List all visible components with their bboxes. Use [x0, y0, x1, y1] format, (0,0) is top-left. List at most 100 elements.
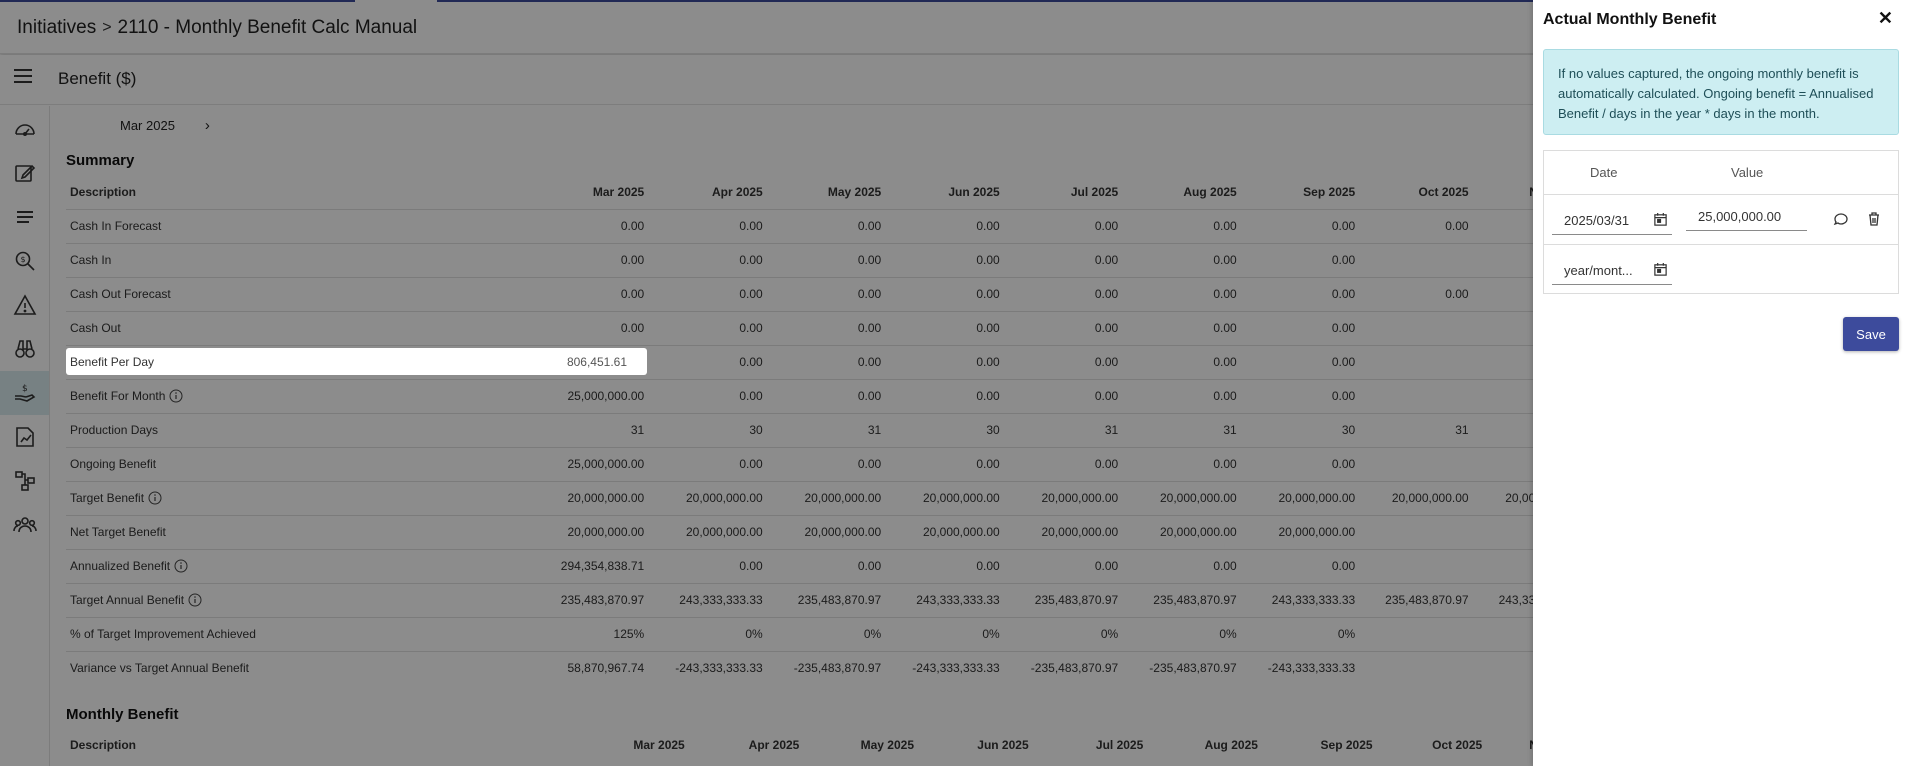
- table-cell: 0.00: [885, 548, 1004, 583]
- column-header-month: Oct 2025: [1418, 184, 1469, 199]
- table-cell: [1359, 344, 1473, 379]
- page-title: 2110 - Monthly Benefit Calc Manual: [117, 17, 418, 38]
- table-cell: [1359, 650, 1473, 685]
- table-cell: 0.00: [1003, 310, 1123, 345]
- table-cell: 0.00: [885, 378, 1004, 413]
- column-header-month: Jul 2025: [1095, 738, 1144, 752]
- calendar-icon[interactable]: [1653, 212, 1668, 227]
- table-cell: 20,000,000.00: [885, 480, 1004, 515]
- sidebar-item-team[interactable]: [0, 503, 49, 547]
- highlighted-row-benefit-per-day[interactable]: Benefit Per Day 806,451.61: [66, 348, 647, 375]
- column-header-month: Apr 2025: [748, 738, 800, 752]
- sidebar-item-benefit[interactable]: $: [0, 371, 49, 415]
- table-row: Target Annual Benefit 235,483,870.97 243,3…: [66, 582, 1586, 617]
- table-cell: 25,000,000.00: [529, 378, 649, 413]
- table-cell: [1359, 446, 1473, 481]
- comment-icon[interactable]: [1833, 211, 1849, 227]
- table-cell: 0.00: [885, 242, 1004, 277]
- close-icon[interactable]: ✕: [1878, 8, 1893, 29]
- table-row: Net Target Benefit 20,000,000.00 20,000,00…: [66, 514, 1586, 549]
- menu-icon[interactable]: [14, 69, 32, 83]
- sidebar-item-list[interactable]: [0, 195, 49, 239]
- table-cell: 31: [1003, 412, 1123, 447]
- monthly-benefit-title: Monthly Benefit: [66, 706, 179, 723]
- save-button[interactable]: Save: [1843, 317, 1899, 351]
- sidebar-item-review[interactable]: [0, 327, 49, 371]
- chevron-right-icon: >: [102, 19, 112, 36]
- next-month-button[interactable]: ›: [205, 117, 210, 134]
- column-header-month: Aug 2025: [1183, 184, 1237, 199]
- table-cell: 0.00: [766, 548, 886, 583]
- table-row: Production Days313031303131303130: [66, 412, 1586, 447]
- table-cell: -235,483,870.97: [1003, 650, 1123, 685]
- table-cell: 0.00: [1122, 446, 1241, 481]
- table-cell: 0.00: [648, 208, 767, 243]
- new-date-field[interactable]: year/mont...: [1552, 255, 1672, 285]
- table-cell: 0.00: [648, 344, 767, 379]
- row-label-text: Production Days: [70, 423, 159, 437]
- hand-dollar-icon: $: [14, 384, 35, 402]
- workflow-icon: [14, 471, 35, 491]
- table-cell: 0.00: [1003, 276, 1123, 311]
- table-row: Cash In 0.00 0.00 0.00 0.00 0.00 0.00 0.00: [66, 242, 1586, 277]
- delete-icon[interactable]: [1866, 211, 1882, 227]
- row-label-text: Ongoing Benefit: [70, 457, 157, 471]
- dashboard-gauge-icon: [14, 124, 35, 137]
- row-label: Cash Out: [66, 310, 530, 345]
- column-header-description: Description: [70, 738, 137, 752]
- table-cell: 20,000,000.00: [1003, 514, 1123, 549]
- sidebar-item-search[interactable]: $: [0, 239, 49, 283]
- info-icon[interactable]: [169, 389, 183, 403]
- table-row: Variance vs Target Annual Benefit 58,870,…: [66, 650, 1586, 685]
- info-icon[interactable]: [148, 491, 162, 505]
- table-cell: 0%: [1240, 616, 1360, 651]
- actual-monthly-benefit-panel: Actual Monthly Benefit ✕ If no values ca…: [1533, 0, 1907, 766]
- value-field[interactable]: 25,000,000.00: [1686, 201, 1807, 231]
- table-cell: 0.00: [1003, 208, 1123, 243]
- table-cell: 0.00: [1122, 276, 1241, 311]
- table-cell: 20,000,000.00: [1003, 480, 1123, 515]
- date-field[interactable]: 2025/03/31: [1552, 205, 1672, 235]
- table-cell: 0.00: [1240, 242, 1360, 277]
- table-cell: 0.00: [648, 378, 767, 413]
- table-cell: 0.00: [648, 310, 767, 345]
- table-cell: 0.00: [529, 242, 649, 277]
- section-header-title: Benefit ($): [58, 69, 137, 88]
- info-icon[interactable]: [174, 559, 188, 573]
- table-cell: 0.00: [766, 310, 886, 345]
- sidebar-item-edit[interactable]: [0, 151, 49, 195]
- table-row: Cash Out 0.00 0.00 0.00 0.00 0.00 0.00 0.00: [66, 310, 1586, 345]
- table-cell: 58,870,967.74: [529, 650, 649, 685]
- sidebar-item-risks[interactable]: [0, 283, 49, 327]
- users-group-icon: [12, 517, 37, 533]
- calendar-icon[interactable]: [1653, 262, 1668, 277]
- table-cell: 31: [1359, 412, 1473, 447]
- new-entry-row: year/mont...: [1544, 245, 1898, 295]
- table-cell: 0.00: [1359, 208, 1473, 243]
- sidebar-item-dashboard[interactable]: [0, 107, 49, 151]
- warning-triangle-icon: [13, 294, 36, 315]
- month-navigator: Mar 2025 ›: [120, 117, 210, 134]
- table-cell: 0.00: [1240, 276, 1360, 311]
- table-cell: [1359, 616, 1473, 651]
- table-cell: 0%: [648, 616, 767, 651]
- table-cell: 30: [648, 412, 767, 447]
- sidebar-item-workflow[interactable]: [0, 459, 49, 503]
- table-row: % of Target Improvement Achieved 125% 0% 0%…: [66, 616, 1586, 651]
- row-label: Benefit For Month: [66, 378, 530, 413]
- table-row: Target Benefit 20,000,000.00 20,000,000.00…: [66, 480, 1586, 515]
- table-cell: 0.00: [885, 208, 1004, 243]
- date-placeholder: year/mont...: [1564, 263, 1633, 278]
- table-cell: 0.00: [1122, 378, 1241, 413]
- info-icon[interactable]: [188, 593, 202, 607]
- column-header-month: Jun 2025: [977, 738, 1029, 752]
- table-cell: 20,000,000.00: [1122, 514, 1241, 549]
- table-cell: 0.00: [1122, 208, 1241, 243]
- table-cell: 20,000,000.00: [648, 514, 767, 549]
- table-cell: 0.00: [1003, 344, 1123, 379]
- row-label: % of Target Improvement Achieved: [66, 616, 530, 651]
- row-label-text: Cash In Forecast: [70, 219, 162, 233]
- breadcrumb-root[interactable]: Initiatives: [17, 17, 96, 39]
- table-cell: 0.00: [1122, 548, 1241, 583]
- sidebar-item-reports[interactable]: [0, 415, 49, 459]
